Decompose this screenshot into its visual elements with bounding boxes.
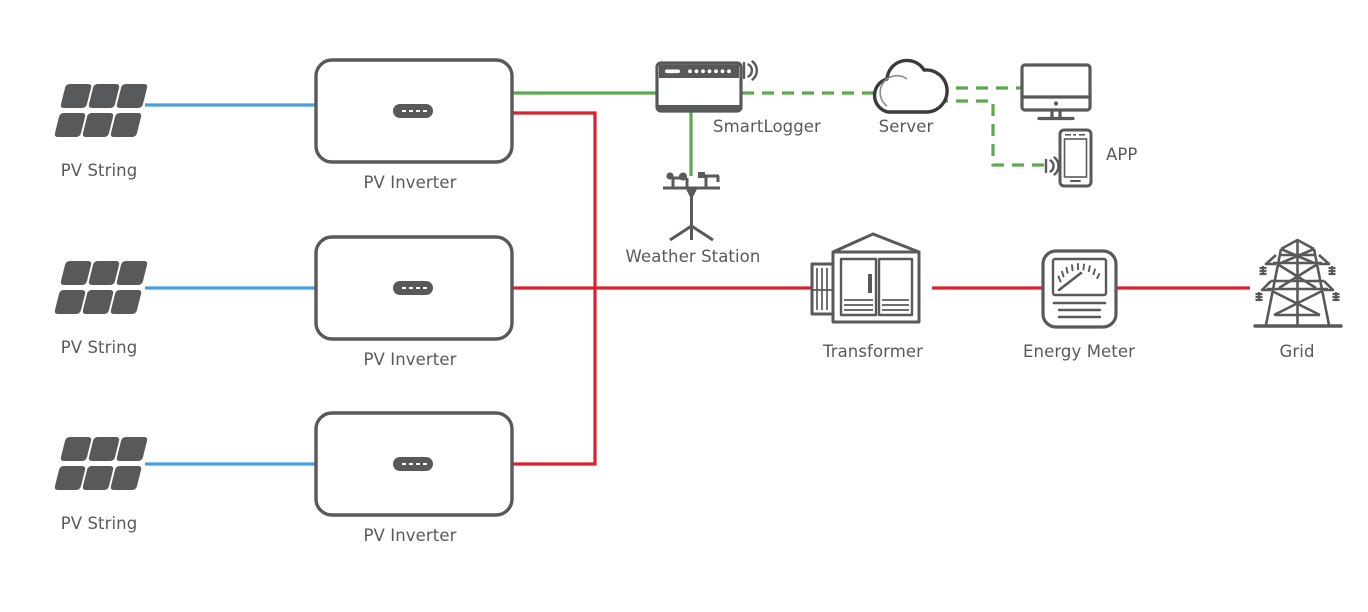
node-energy-meter[interactable]: Energy Meter (1023, 249, 1135, 361)
transformer-icon (810, 232, 921, 324)
pv-string-2-label: PV String (61, 338, 138, 357)
smartphone-icon (1058, 128, 1093, 188)
node-pv-inverter-1[interactable]: PV Inverter (314, 58, 514, 192)
inverter-icon (314, 58, 514, 164)
pv-inverter-3-label: PV Inverter (363, 526, 456, 545)
node-transformer[interactable]: Transformer (810, 232, 923, 361)
phone-wifi-icon (1044, 156, 1060, 176)
node-grid[interactable]: Grid (1253, 238, 1343, 361)
pv-inverter-2-label: PV Inverter (363, 350, 456, 369)
ac-line-inverter1-bus (508, 111, 597, 288)
node-app[interactable]: APP (1044, 128, 1138, 188)
inverter-icon (314, 235, 514, 341)
pv-string-3-label: PV String (61, 514, 138, 533)
node-pv-string-2[interactable]: PV String (54, 261, 148, 357)
transformer-label: Transformer (822, 342, 923, 361)
node-server[interactable]: Server (872, 58, 949, 136)
solar-panel-icon (54, 437, 148, 490)
grid-label: Grid (1279, 342, 1314, 361)
inverter-icon (314, 411, 514, 517)
node-pv-inverter-3[interactable]: PV Inverter (314, 411, 514, 545)
server-label: Server (879, 117, 934, 136)
node-pv-string-3[interactable]: PV String (54, 437, 148, 533)
pv-system-diagram: PV String PV String PV String PV Inverte… (0, 0, 1368, 612)
ac-line-inverter3-bus (508, 288, 597, 466)
node-pv-inverter-2[interactable]: PV Inverter (314, 235, 514, 369)
monitor-icon (1020, 63, 1092, 121)
transmission-tower-icon (1253, 238, 1343, 328)
pv-string-1-label: PV String (61, 161, 138, 180)
node-pv-string-1[interactable]: PV String (54, 84, 148, 180)
solar-panel-icon (54, 84, 148, 137)
weather-station-icon (663, 172, 720, 242)
cloud-icon (872, 58, 949, 114)
wifi-signal-icon (742, 60, 759, 81)
weather-station-label: Weather Station (626, 247, 761, 266)
smartlogger-icon (655, 60, 759, 113)
smartlogger-label: SmartLogger (713, 117, 821, 136)
energy-meter-label: Energy Meter (1023, 342, 1135, 361)
app-label: APP (1106, 145, 1138, 164)
node-weather-station[interactable]: Weather Station (626, 172, 761, 266)
solar-panel-icon (54, 261, 148, 314)
energy-meter-icon (1041, 249, 1118, 329)
pv-inverter-1-label: PV Inverter (363, 173, 456, 192)
node-smartlogger[interactable]: SmartLogger (655, 60, 821, 137)
node-monitor[interactable] (1020, 63, 1092, 121)
